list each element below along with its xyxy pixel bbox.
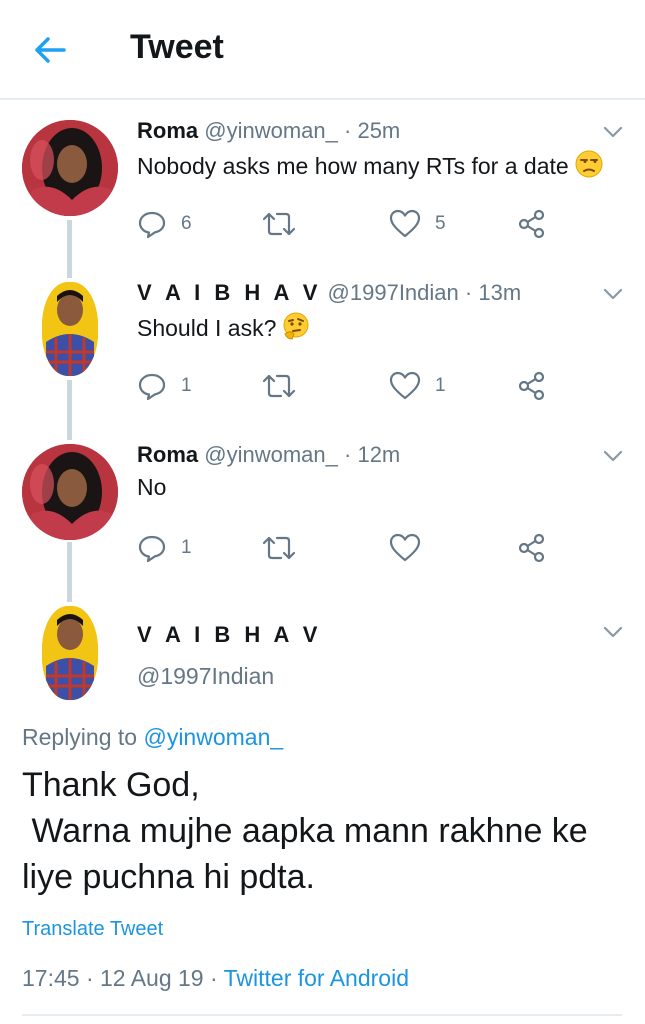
tweet-meta: V A I B H A V @1997Indian · 13m xyxy=(137,280,521,306)
reply-button[interactable]: 1 xyxy=(137,528,192,568)
tweet-text-content: Nobody asks me how many RTs for a date xyxy=(137,153,569,179)
tweet-timestamp: 17:45 · 12 Aug 19 · Twitter for Android xyxy=(22,965,409,992)
author-name[interactable]: V A I B H A V xyxy=(137,622,321,648)
reply-icon xyxy=(138,373,166,401)
tweet-text: Should I ask? xyxy=(137,312,310,342)
reply-count: 1 xyxy=(181,375,192,396)
author-name[interactable]: V A I B H A V xyxy=(137,280,321,305)
replying-prefix: Replying to xyxy=(22,724,144,750)
like-count: 1 xyxy=(435,375,446,396)
author-handle[interactable]: @yinwoman_ xyxy=(204,118,338,143)
author-handle[interactable]: @1997Indian xyxy=(137,663,274,690)
tweet-meta: Roma @yinwoman_ · 25m xyxy=(137,118,400,144)
thinking-face-icon xyxy=(283,312,309,340)
reply-icon xyxy=(138,535,166,563)
page-title: Tweet xyxy=(130,28,224,66)
tweet-text-content: No xyxy=(137,474,167,500)
thread-connector xyxy=(67,380,72,440)
author-handle[interactable]: @yinwoman_ xyxy=(204,442,338,467)
tweet-time: 25m xyxy=(357,118,401,143)
arrow-left-icon xyxy=(35,37,66,63)
avatar[interactable] xyxy=(42,282,98,376)
replying-to: Replying to @yinwoman_ xyxy=(22,724,283,751)
avatar[interactable] xyxy=(42,606,98,700)
reply-button[interactable]: 1 xyxy=(137,366,192,406)
reply-button[interactable]: 6 xyxy=(137,204,192,244)
retweet-icon xyxy=(262,536,296,560)
reply-count: 1 xyxy=(181,537,192,558)
heart-icon xyxy=(389,209,421,238)
avatar[interactable] xyxy=(22,444,118,540)
tweet-text: Nobody asks me how many RTs for a date xyxy=(137,150,603,180)
tweet-meta: Roma @yinwoman_ · 12m xyxy=(137,442,400,468)
reply-icon xyxy=(138,211,166,239)
thread-connector xyxy=(67,220,72,278)
back-button[interactable] xyxy=(30,30,70,70)
top-bar: Tweet xyxy=(0,0,645,100)
translate-tweet-link[interactable]: Translate Tweet xyxy=(22,918,163,941)
retweet-button[interactable] xyxy=(261,366,297,406)
like-button[interactable]: 5 xyxy=(389,204,446,244)
heart-icon xyxy=(389,371,421,400)
separator: · xyxy=(464,280,473,305)
retweet-button[interactable] xyxy=(261,204,297,244)
chevron-down-icon[interactable] xyxy=(601,444,625,468)
share-icon xyxy=(518,533,545,563)
replying-handle-link[interactable]: @yinwoman_ xyxy=(143,724,283,750)
divider xyxy=(22,1014,622,1016)
retweet-icon xyxy=(262,374,296,398)
timestamp-text: 17:45 · 12 Aug 19 · xyxy=(22,965,224,991)
tweet-time: 13m xyxy=(478,280,522,305)
separator: · xyxy=(344,118,352,143)
share-button[interactable] xyxy=(517,528,547,568)
source-link[interactable]: Twitter for Android xyxy=(224,965,409,991)
tweet-text: No xyxy=(137,474,166,501)
reply-count: 6 xyxy=(181,213,192,234)
chevron-down-icon[interactable] xyxy=(601,120,625,144)
author-name[interactable]: Roma xyxy=(137,442,198,467)
share-icon xyxy=(518,371,545,401)
retweet-icon xyxy=(262,212,296,236)
avatar[interactable] xyxy=(22,120,118,216)
chevron-down-icon[interactable] xyxy=(601,620,625,644)
like-button[interactable]: 1 xyxy=(389,366,446,406)
chevron-down-icon[interactable] xyxy=(601,282,625,306)
tweet-time: 12m xyxy=(357,442,401,467)
unamused-face-icon xyxy=(575,150,603,178)
heart-icon xyxy=(389,533,421,562)
tweet-actions: 1 1 xyxy=(137,366,557,406)
author-handle[interactable]: @1997Indian xyxy=(328,280,459,305)
thread-connector xyxy=(67,542,72,602)
author-name[interactable]: Roma xyxy=(137,118,198,143)
like-button[interactable] xyxy=(389,528,421,568)
tweet-actions: 6 5 xyxy=(137,204,557,244)
share-button[interactable] xyxy=(517,204,547,244)
retweet-button[interactable] xyxy=(261,528,297,568)
tweet-text-content: Should I ask? xyxy=(137,315,277,341)
tweet-actions: 1 xyxy=(137,528,557,568)
tweet-text: Thank God, Warna mujhe aapka mann rakhne… xyxy=(22,766,588,896)
separator: · xyxy=(344,442,352,467)
like-count: 5 xyxy=(435,213,446,234)
share-button[interactable] xyxy=(517,366,547,406)
share-icon xyxy=(518,209,545,239)
